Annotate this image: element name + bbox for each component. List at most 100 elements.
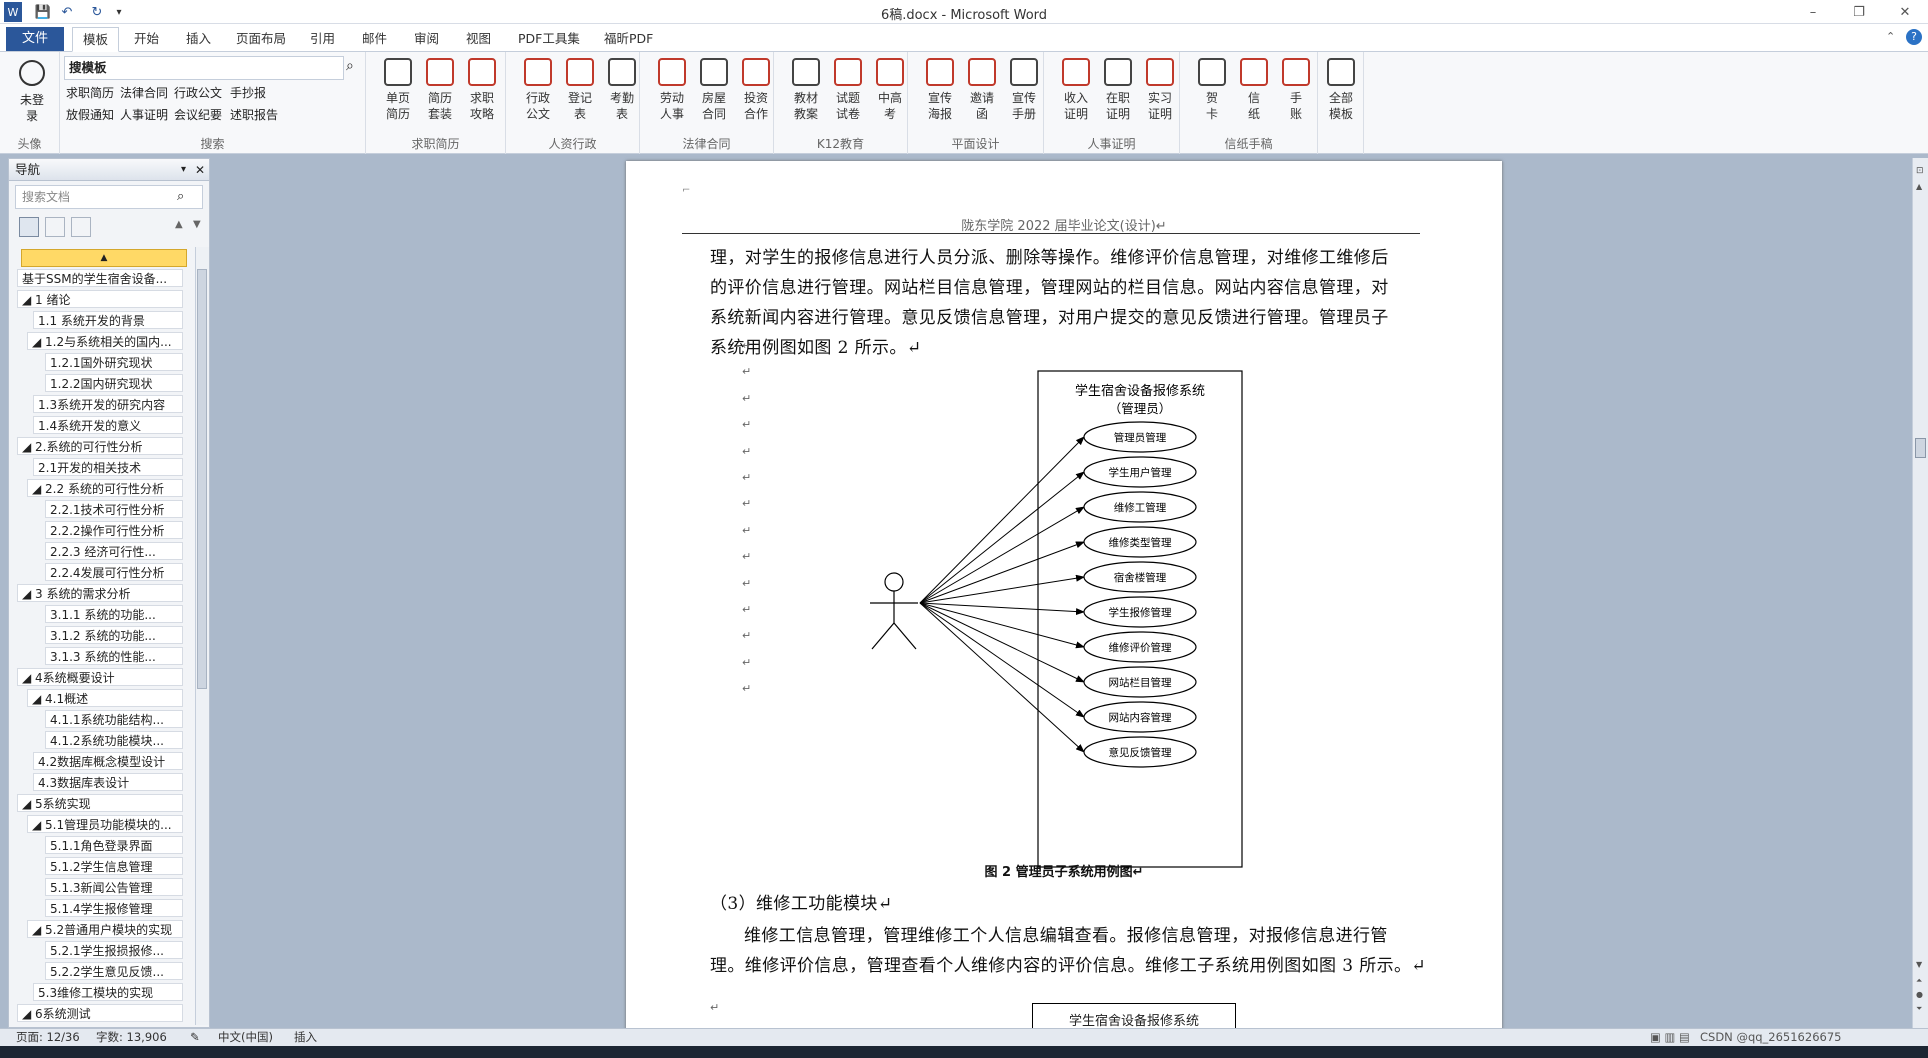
search-icon[interactable]: ⌕ — [346, 58, 354, 74]
nav-heading-item[interactable]: 3.1.3 系统的性能... — [45, 647, 183, 665]
link-resume[interactable]: 求职简历 — [66, 84, 114, 101]
template-button[interactable]: 实习 证明 — [1140, 58, 1180, 122]
restore-button[interactable]: ❐ — [1836, 0, 1882, 24]
template-button[interactable]: 劳动 人事 — [652, 58, 692, 122]
nav-heading-item[interactable]: 3.1.2 系统的功能... — [45, 626, 183, 644]
link-holiday-notice[interactable]: 放假通知 — [66, 106, 114, 123]
tab-view[interactable]: 视图 — [456, 27, 501, 52]
nav-heading-item[interactable]: ◢ 6系统测试 — [17, 1004, 183, 1022]
nav-heading-item[interactable]: 5.2.2学生意见反馈... — [45, 962, 183, 980]
nav-heading-item[interactable]: 2.2.2操作可行性分析 — [45, 521, 183, 539]
nav-heading-item[interactable]: 5.1.1角色登录界面 — [45, 836, 183, 854]
nav-heading-item[interactable]: 4.2数据库概念模型设计 — [33, 752, 183, 770]
template-button[interactable]: 投资 合作 — [736, 58, 776, 122]
nav-heading-item[interactable]: ◢ 1.2与系统相关的国内... — [27, 332, 183, 350]
pane-options-icon[interactable]: ▾ — [181, 159, 186, 181]
link-handwritten-paper[interactable]: 手抄报 — [230, 84, 266, 101]
template-button[interactable]: 登记 表 — [560, 58, 600, 122]
template-button[interactable]: 行政 公文 — [518, 58, 558, 122]
nav-heading-item[interactable]: 2.1开发的相关技术 — [33, 458, 183, 476]
tab-page-layout[interactable]: 页面布局 — [226, 27, 296, 52]
previous-page-icon[interactable]: ⏶ — [1916, 976, 1922, 986]
results-view-icon[interactable] — [71, 217, 91, 237]
nav-scroll-thumb[interactable] — [197, 269, 207, 689]
link-admin-doc[interactable]: 行政公文 — [174, 84, 222, 101]
template-button[interactable]: 房屋 合同 — [694, 58, 734, 122]
nav-heading-item[interactable]: 4.1.1系统功能结构... — [45, 710, 183, 728]
nav-heading-item[interactable]: 1.2.1国外研究现状 — [45, 353, 183, 371]
nav-heading-item[interactable]: ◢ 4.1概述 — [27, 689, 183, 707]
user-avatar-icon[interactable] — [19, 60, 45, 86]
document-page[interactable]: ⌐ 陇东学院 2022 届毕业论文(设计)↵ 理，对学生的报修信息进行人员分派、… — [626, 161, 1502, 1033]
template-button[interactable]: 中高 考 — [870, 58, 910, 122]
browse-object-icon[interactable]: ● — [1916, 990, 1923, 999]
nav-heading-item[interactable]: ◢ 2.2 系统的可行性分析 — [27, 479, 183, 497]
language[interactable]: 中文(中国) — [218, 1029, 273, 1046]
template-button[interactable]: 信 纸 — [1234, 58, 1274, 122]
word-count[interactable]: 字数: 13,906 — [96, 1029, 167, 1046]
tab-insert[interactable]: 插入 — [176, 27, 221, 52]
nav-heading-item[interactable]: 1.4系统开发的意义 — [33, 416, 183, 434]
nav-heading-item[interactable]: ◢ 2.系统的可行性分析 — [17, 437, 183, 455]
previous-heading-icon[interactable]: ▲ — [175, 219, 183, 230]
tab-templates[interactable]: 模板 — [72, 27, 120, 52]
next-page-icon[interactable]: ⏷ — [1916, 1004, 1922, 1014]
nav-heading-item[interactable]: 1.2.2国内研究现状 — [45, 374, 183, 392]
nav-search-icon[interactable]: ⌕ — [177, 189, 184, 204]
proofing-icon[interactable]: ✎ — [190, 1029, 200, 1046]
nav-heading-item[interactable]: ◢ 4系统概要设计 — [17, 668, 183, 686]
template-button[interactable]: 求职 攻略 — [462, 58, 502, 122]
template-button[interactable]: 单页 简历 — [378, 58, 418, 122]
tab-review[interactable]: 审阅 — [404, 27, 449, 52]
view-mode-icons[interactable]: ▣ ▥ ▤ — [1650, 1029, 1690, 1046]
tab-mailings[interactable]: 邮件 — [352, 27, 397, 52]
page-count[interactable]: 页面: 12/36 — [16, 1029, 80, 1046]
all-templates-button[interactable]: 全部 模板 — [1321, 58, 1361, 122]
link-work-report[interactable]: 述职报告 — [230, 106, 278, 123]
minimize-button[interactable]: – — [1790, 0, 1836, 24]
nav-scrollbar[interactable] — [195, 247, 209, 1025]
scroll-down-icon[interactable]: ▼ — [1916, 960, 1922, 969]
navigation-search-input[interactable]: 搜索文档 — [15, 185, 203, 209]
collapse-ribbon-icon[interactable]: ⌃ — [1886, 30, 1895, 43]
template-button[interactable]: 试题 试卷 — [828, 58, 868, 122]
nav-heading-item[interactable]: 2.2.3 经济可行性... — [45, 542, 183, 560]
template-button[interactable]: 考勤 表 — [602, 58, 642, 122]
nav-heading-item[interactable]: 3.1.1 系统的功能... — [45, 605, 183, 623]
nav-heading-item[interactable]: 5.1.2学生信息管理 — [45, 857, 183, 875]
link-meeting-minutes[interactable]: 会议纪要 — [174, 106, 222, 123]
nav-heading-item[interactable]: 5.3维修工模块的实现 — [33, 983, 183, 1001]
nav-heading-item[interactable]: 5.1.3新闻公告管理 — [45, 878, 183, 896]
template-button[interactable]: 邀请 函 — [962, 58, 1002, 122]
nav-heading-item[interactable]: 2.2.1技术可行性分析 — [45, 500, 183, 518]
ruler-toggle-icon[interactable]: ⊡ — [1916, 166, 1924, 176]
scroll-up-icon[interactable]: ▲ — [1916, 182, 1922, 191]
template-search-input[interactable]: 搜模板 — [64, 56, 344, 80]
headings-view-icon[interactable] — [19, 217, 39, 237]
nav-heading-item[interactable]: ◢ 5.1管理员功能模块的... — [27, 815, 183, 833]
document-scrollbar[interactable]: ⊡ ▲ ▼ ⏶ ● ⏷ — [1912, 158, 1928, 1028]
nav-heading-item[interactable]: 基于SSM的学生宿舍设备... — [17, 269, 183, 287]
template-button[interactable]: 贺 卡 — [1192, 58, 1232, 122]
template-button[interactable]: 宣传 海报 — [920, 58, 960, 122]
template-button[interactable]: 简历 套装 — [420, 58, 460, 122]
template-button[interactable]: 在职 证明 — [1098, 58, 1138, 122]
template-button[interactable]: 收入 证明 — [1056, 58, 1096, 122]
tab-foxit-pdf[interactable]: 福昕PDF — [594, 27, 663, 52]
nav-heading-item[interactable]: ◢ 1 绪论 — [17, 290, 183, 308]
login-label[interactable]: 未登 录 — [14, 92, 50, 124]
nav-heading-item[interactable]: 1.1 系统开发的背景 — [33, 311, 183, 329]
help-icon[interactable]: ? — [1906, 29, 1922, 45]
insert-mode[interactable]: 插入 — [294, 1029, 317, 1046]
nav-heading-item[interactable]: 4.3数据库表设计 — [33, 773, 183, 791]
close-button[interactable]: ✕ — [1882, 0, 1928, 24]
nav-heading-item[interactable]: 5.2.1学生报损报修... — [45, 941, 183, 959]
next-heading-icon[interactable]: ▼ — [193, 219, 201, 230]
tab-references[interactable]: 引用 — [300, 27, 345, 52]
nav-heading-item[interactable]: 1.3系统开发的研究内容 — [33, 395, 183, 413]
template-button[interactable]: 宣传 手册 — [1004, 58, 1044, 122]
nav-heading-item[interactable]: 2.2.4发展可行性分析 — [45, 563, 183, 581]
link-legal-contract[interactable]: 法律合同 — [120, 84, 168, 101]
close-pane-icon[interactable]: ✕ — [195, 159, 205, 181]
nav-heading-item[interactable]: ◢ 5系统实现 — [17, 794, 183, 812]
